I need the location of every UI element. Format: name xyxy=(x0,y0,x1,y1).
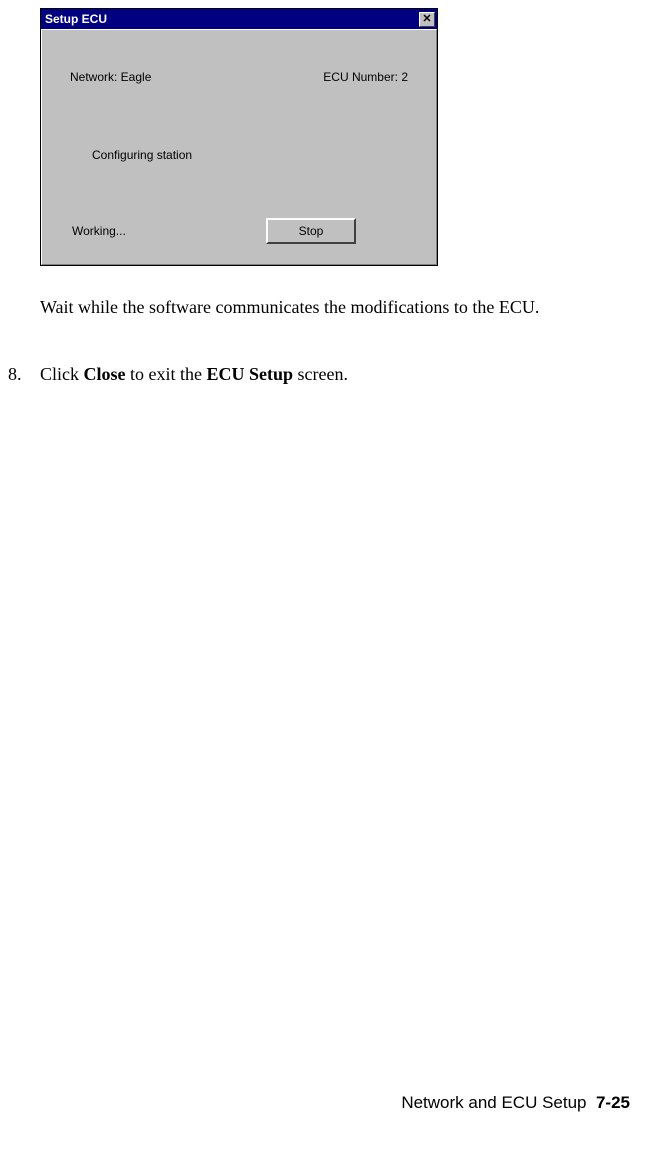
working-text: Working... xyxy=(72,224,126,238)
close-glyph: ✕ xyxy=(422,14,431,25)
setup-ecu-dialog: Setup ECU ✕ Network: Eagle ECU Number: 2… xyxy=(40,8,438,266)
dialog-titlebar: Setup ECU ✕ xyxy=(41,9,437,29)
dialog-body: Network: Eagle ECU Number: 2 Configuring… xyxy=(41,29,437,265)
network-label: Network: Eagle xyxy=(70,70,151,84)
step-body: Click Close to exit the ECU Setup screen… xyxy=(40,362,610,386)
step-number: 8. xyxy=(0,362,40,386)
info-row: Network: Eagle ECU Number: 2 xyxy=(70,70,408,84)
footer-section: Network and ECU Setup xyxy=(401,1093,586,1112)
bottom-row: Working... Stop xyxy=(72,218,406,244)
ecu-number-label: ECU Number: 2 xyxy=(323,70,408,84)
step-bold-ecu-setup: ECU Setup xyxy=(206,364,293,384)
page-footer: Network and ECU Setup 7-25 xyxy=(401,1093,630,1113)
dialog-title: Setup ECU xyxy=(45,12,107,26)
step-prefix: Click xyxy=(40,364,84,384)
wait-paragraph: Wait while the software communicates the… xyxy=(40,295,610,319)
footer-page: 7-25 xyxy=(596,1093,630,1112)
step-mid: to exit the xyxy=(126,364,207,384)
close-icon[interactable]: ✕ xyxy=(419,12,435,27)
configuring-text: Configuring station xyxy=(92,148,192,162)
step-8: 8. Click Close to exit the ECU Setup scr… xyxy=(0,362,610,386)
step-suffix: screen. xyxy=(293,364,348,384)
stop-button[interactable]: Stop xyxy=(266,218,356,244)
step-bold-close: Close xyxy=(84,364,126,384)
